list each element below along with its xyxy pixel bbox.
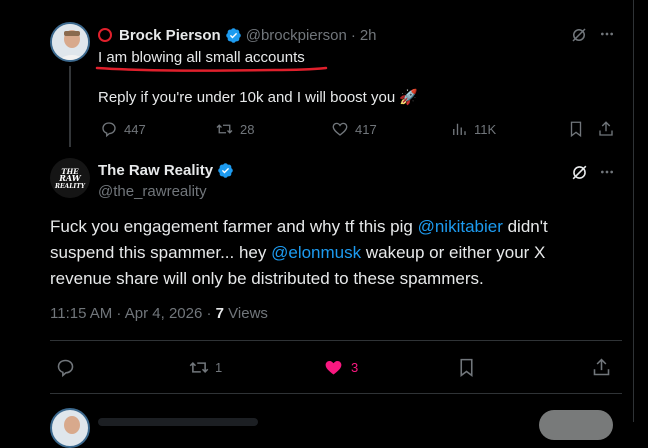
grok-button[interactable] xyxy=(570,26,588,44)
the-raw-reality-logo-icon: THE RAW REALITY xyxy=(50,158,90,198)
avatar[interactable] xyxy=(50,408,90,448)
more-options-button[interactable] xyxy=(599,164,615,180)
reply-icon xyxy=(57,359,74,378)
grok-button[interactable] xyxy=(570,163,589,182)
share-button[interactable] xyxy=(591,357,612,378)
reply-icon xyxy=(102,122,116,138)
bookmark-button[interactable] xyxy=(567,120,585,138)
svg-text:REALITY: REALITY xyxy=(54,183,86,190)
rocket-emoji: 🚀 xyxy=(399,89,419,106)
timestamp[interactable]: 11:15 AM · Apr 4, 2026 · xyxy=(50,305,216,322)
like-button[interactable]: 417 xyxy=(331,120,377,138)
divider xyxy=(50,393,622,394)
repost-button[interactable]: 28 xyxy=(215,120,254,138)
like-count: 3 xyxy=(351,360,359,375)
tweet-header: The Raw Reality xyxy=(98,162,234,179)
bookmark-icon xyxy=(570,121,582,138)
handle[interactable]: @brockpierson xyxy=(246,27,347,44)
views-chart-icon xyxy=(453,123,466,135)
reply-count: 447 xyxy=(124,121,146,137)
views-button[interactable]: 11K xyxy=(450,120,496,138)
post-time[interactable]: 2h xyxy=(360,27,377,44)
display-name[interactable]: Brock Pierson xyxy=(119,27,221,44)
tweet-meta: 11:15 AM · Apr 4, 2026 · 7 Views xyxy=(50,305,268,322)
share-icon xyxy=(593,358,610,376)
reply-composer-placeholder[interactable] xyxy=(98,418,258,426)
repost-icon xyxy=(216,124,233,134)
repost-count: 28 xyxy=(240,121,255,137)
reply-button[interactable]: 447 xyxy=(100,120,146,138)
heart-filled-icon xyxy=(325,360,342,375)
share-button[interactable] xyxy=(597,120,615,138)
grok-icon xyxy=(572,165,587,180)
scrollbar[interactable] xyxy=(635,0,648,422)
dot-separator: · xyxy=(350,26,356,44)
status-ring-icon xyxy=(98,28,112,42)
views-label: Views xyxy=(224,305,268,322)
repost-button[interactable]: 1 xyxy=(188,357,222,378)
verified-badge-icon xyxy=(225,27,241,43)
svg-text:RAW: RAW xyxy=(58,173,81,183)
reply-button[interactable] xyxy=(55,357,76,378)
like-count: 417 xyxy=(355,121,377,137)
grok-icon xyxy=(572,28,586,42)
like-button[interactable]: 3 xyxy=(323,357,358,378)
repost-count: 1 xyxy=(215,360,223,375)
tweet-text-line2-content: Reply if you're under 10k and I will boo… xyxy=(98,89,396,106)
views-count: 7 xyxy=(215,305,224,322)
reply-submit-button[interactable] xyxy=(539,410,613,440)
avatar-photo-icon xyxy=(64,416,80,434)
tweet-text: Fuck you engagement farmer and why tf th… xyxy=(50,217,418,236)
share-icon xyxy=(599,121,613,136)
divider xyxy=(50,340,622,341)
more-dots-icon xyxy=(601,170,613,174)
bookmark-icon xyxy=(460,358,473,377)
mention-link[interactable]: @elonmusk xyxy=(271,243,361,262)
display-name[interactable]: The Raw Reality xyxy=(98,162,213,179)
handle[interactable]: @the_rawreality xyxy=(98,183,207,200)
tweet-header: Brock Pierson @brockpierson · 2h xyxy=(98,25,377,45)
views-count: 11K xyxy=(474,121,497,137)
verified-badge-icon xyxy=(218,163,233,178)
tweet-body: Fuck you engagement farmer and why tf th… xyxy=(50,214,590,292)
scrollbar-divider xyxy=(633,0,634,422)
heart-icon xyxy=(332,122,348,136)
mention-link[interactable]: @nikitabier xyxy=(418,217,503,236)
red-underline-annotation xyxy=(95,66,328,72)
avatar-photo-icon xyxy=(52,24,88,60)
bookmark-button[interactable] xyxy=(456,357,477,378)
more-options-button[interactable] xyxy=(599,26,615,42)
repost-icon xyxy=(189,362,209,373)
more-dots-icon xyxy=(601,32,613,36)
avatar[interactable] xyxy=(50,22,90,62)
thread-line xyxy=(69,66,71,147)
avatar[interactable]: THE RAW REALITY xyxy=(50,158,90,198)
tweet-text-line2: Reply if you're under 10k and I will boo… xyxy=(98,88,418,108)
